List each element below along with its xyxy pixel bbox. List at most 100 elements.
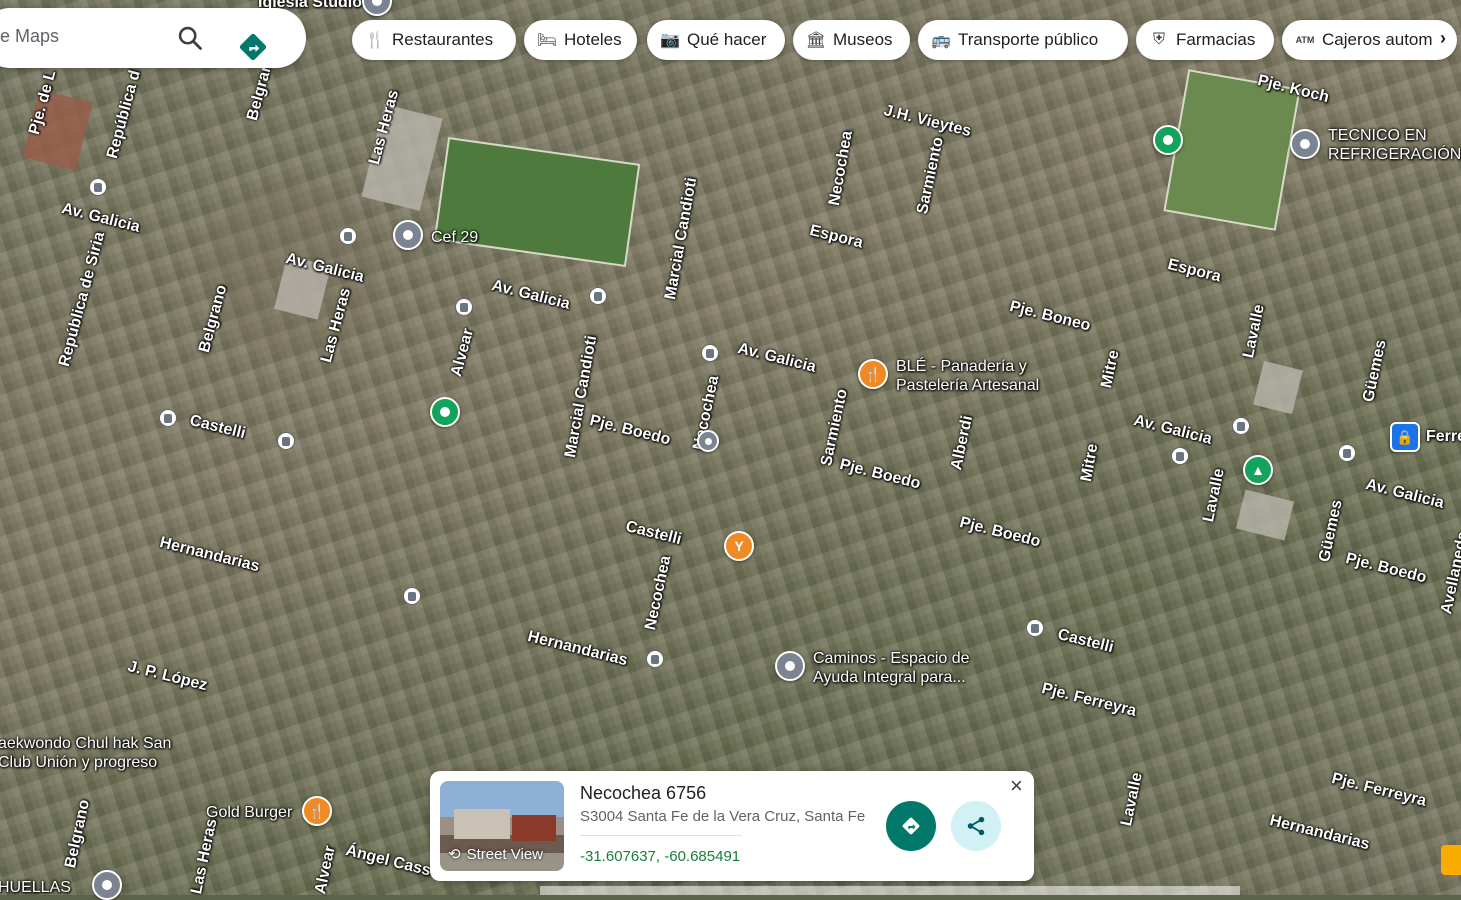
pegman-icon[interactable]: [1441, 845, 1461, 875]
street-label: Sarmiento: [818, 387, 851, 468]
chip-transporte-publico[interactable]: 🚌 Transporte público: [918, 20, 1128, 60]
card-address: S3004 Santa Fe de la Vera Cruz, Santa Fe: [580, 808, 866, 825]
location-pin-icon[interactable]: [362, 0, 392, 16]
street-label: Hernandarias: [1267, 812, 1372, 854]
pharmacy-icon: ⛨: [1152, 31, 1165, 48]
street-label: Castelli: [623, 518, 684, 549]
location-pin-icon[interactable]: [92, 870, 122, 900]
street-label: Pje. Boneo: [1007, 298, 1093, 335]
bus-stop-icon[interactable]: [1232, 417, 1250, 435]
street-label: Pje. Boedo: [957, 514, 1043, 551]
street-view-icon: ⟲: [448, 846, 461, 863]
map-attribution: [540, 886, 1240, 895]
location-pin-icon[interactable]: [697, 430, 719, 452]
atm-icon: ATM: [1295, 35, 1315, 45]
bus-stop-icon[interactable]: [403, 587, 421, 605]
chip-hoteles[interactable]: 🛏 Hoteles: [524, 20, 637, 60]
bus-stop-icon[interactable]: [1026, 619, 1044, 637]
bus-stop-icon[interactable]: [1338, 444, 1356, 462]
street-label: Av. Galicia: [735, 340, 818, 376]
directions-icon[interactable]: [238, 32, 268, 62]
tree-pin-icon[interactable]: ▲: [1243, 455, 1273, 485]
street-label: Pje. Boedo: [1343, 550, 1429, 587]
fork-knife-icon[interactable]: 🍴: [858, 359, 888, 389]
street-label: República d: [104, 68, 144, 161]
satellite-map[interactable]: Iglesia Studio Pje. de L República d Bel…: [0, 0, 1461, 900]
street-label: Belgrano: [62, 798, 94, 870]
bus-stop-icon[interactable]: [159, 409, 177, 427]
street-view-thumbnail[interactable]: ⟲ Street View: [440, 781, 564, 871]
bus-stop-icon[interactable]: [277, 432, 295, 450]
chip-farmacias[interactable]: ⛨ Farmacias: [1136, 20, 1274, 60]
location-pin-icon[interactable]: [775, 651, 805, 681]
street-label: Castelli: [1055, 626, 1116, 657]
street-label: Hernandarias: [525, 628, 630, 670]
street-label: Castelli: [187, 412, 248, 443]
card-coordinates[interactable]: -31.607637, -60.685491: [580, 848, 740, 865]
place-label-gold-burger[interactable]: Gold Burger: [206, 803, 292, 822]
street-label: Av. Galicia: [1363, 476, 1446, 512]
street-label: Hernandarias: [157, 534, 262, 576]
street-label: Belgrano: [196, 283, 231, 355]
chip-restaurantes[interactable]: 🍴 Restaurantes: [352, 20, 516, 60]
bus-stop-icon[interactable]: [589, 287, 607, 305]
park-pin-icon[interactable]: [430, 397, 460, 427]
chip-que-hacer[interactable]: 📷 Qué hacer: [647, 20, 785, 60]
street-label: Lavalle: [1240, 302, 1268, 360]
street-label: Pje. Boedo: [587, 412, 673, 449]
place-label-caminos[interactable]: Caminos - Espacio de Ayuda Integral para.…: [813, 649, 970, 687]
place-label-taekwondo[interactable]: aekwondo Chul hak San Club Unión y progre…: [0, 734, 171, 772]
place-label-tecnico-refrigeracion[interactable]: TECNICO EN REFRIGERACIÓN: [1328, 126, 1461, 164]
street-label: Marcial Candioti: [562, 334, 601, 459]
place-label-cef-29[interactable]: Cef 29: [431, 228, 478, 247]
street-label: Avellaneda: [1438, 529, 1461, 616]
search-icon[interactable]: [176, 24, 204, 52]
bus-stop-icon[interactable]: [701, 344, 719, 362]
street-label: Las Heras: [188, 817, 221, 896]
park-pin-icon[interactable]: [1153, 125, 1183, 155]
search-box[interactable]: e Maps: [0, 8, 306, 68]
directions-button[interactable]: [886, 801, 936, 851]
street-view-label[interactable]: ⟲ Street View: [448, 845, 543, 864]
chip-cajeros[interactable]: ATM Cajeros autom: [1282, 20, 1457, 60]
chevron-right-icon[interactable]: ›: [1440, 28, 1446, 49]
card-title: Necochea 6756: [580, 783, 707, 803]
cocktail-bar-pin-icon[interactable]: Y: [724, 531, 754, 561]
building-roof: [1253, 360, 1303, 415]
street-label: Pje. Ferreyra: [1329, 770, 1429, 810]
street-label: República de Siria: [56, 230, 109, 369]
street-label: Sarmiento: [914, 135, 947, 216]
bed-icon: 🛏: [536, 32, 558, 49]
place-label-huellas[interactable]: HUELLAS: [0, 878, 71, 897]
street-label: J. P. López: [125, 658, 210, 695]
street-label: Mitre: [1098, 348, 1123, 390]
search-input[interactable]: e Maps: [0, 26, 59, 47]
house-image: [454, 809, 510, 839]
bus-icon: 🚌: [931, 32, 951, 49]
bus-stop-icon[interactable]: [646, 650, 664, 668]
place-label-ble-panaderia[interactable]: BLÉ - Panadería y Pastelería Artesanal: [896, 357, 1039, 395]
camera-icon: 📷: [660, 32, 680, 49]
street-label: Ferre: [1426, 428, 1461, 445]
gate-image: [512, 815, 556, 841]
fork-knife-icon[interactable]: 🍴: [302, 796, 332, 826]
street-label: Güemes: [1360, 338, 1390, 404]
place-info-card[interactable]: ⟲ Street View Necochea 6756 S3004 Santa …: [430, 771, 1034, 881]
street-label: Ángel Cass: [343, 842, 433, 880]
bus-stop-icon[interactable]: [89, 178, 107, 196]
lock-pin-icon[interactable]: 🔒: [1390, 422, 1420, 452]
location-pin-icon[interactable]: [1290, 129, 1320, 159]
share-button[interactable]: [951, 801, 1001, 851]
share-icon: [967, 816, 985, 836]
street-label: Marcial Candioti: [662, 176, 701, 301]
street-label: Pje. Ferreyra: [1039, 680, 1139, 720]
location-pin-icon[interactable]: [393, 220, 423, 250]
bus-stop-icon[interactable]: [1171, 447, 1189, 465]
chip-museos[interactable]: 🏛 Museos: [793, 20, 910, 60]
close-icon[interactable]: ×: [1010, 773, 1023, 799]
street-label: Lavalle: [1118, 770, 1146, 828]
museum-icon: 🏛: [805, 32, 827, 49]
bus-stop-icon[interactable]: [455, 298, 473, 316]
bus-stop-icon[interactable]: [339, 227, 357, 245]
street-label: Alvear: [312, 844, 339, 896]
